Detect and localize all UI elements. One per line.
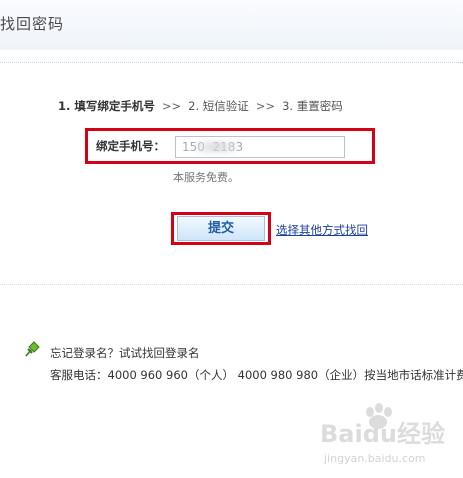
step-arrow: >>: [161, 99, 182, 113]
divider: [0, 284, 463, 285]
service-phone-text: 客服电话：4000 960 960（个人） 4000 980 980（企业）按当…: [50, 368, 463, 382]
step-arrow: >>: [255, 99, 276, 113]
divider: [0, 62, 463, 63]
step-3: 3. 重置密码: [282, 99, 343, 113]
phone-label: 绑定手机号：: [96, 139, 165, 153]
page-header: 找回密码: [0, 0, 463, 50]
watermark-brand: Baidu经验: [320, 420, 445, 448]
forgot-username-link[interactable]: 忘记登录名？试试找回登录名: [50, 345, 200, 361]
free-service-hint: 本服务免费。: [173, 171, 239, 184]
other-method-link[interactable]: 选择其他方式找回: [276, 222, 368, 238]
pushpin-icon: [25, 341, 40, 357]
submit-button[interactable]: 提交: [177, 216, 265, 241]
step-2: 2. 短信验证: [188, 99, 249, 113]
redaction-blur: [196, 140, 236, 154]
watermark-url: jingyan.baidu.com: [323, 452, 426, 465]
step-1: 1. 填写绑定手机号: [58, 99, 155, 113]
step-indicator: 1. 填写绑定手机号 >> 2. 短信验证 >> 3. 重置密码: [58, 98, 343, 114]
baidu-watermark-logo: Baidu经验 jingyan.baidu.com: [320, 403, 445, 465]
page-title: 找回密码: [0, 15, 65, 33]
